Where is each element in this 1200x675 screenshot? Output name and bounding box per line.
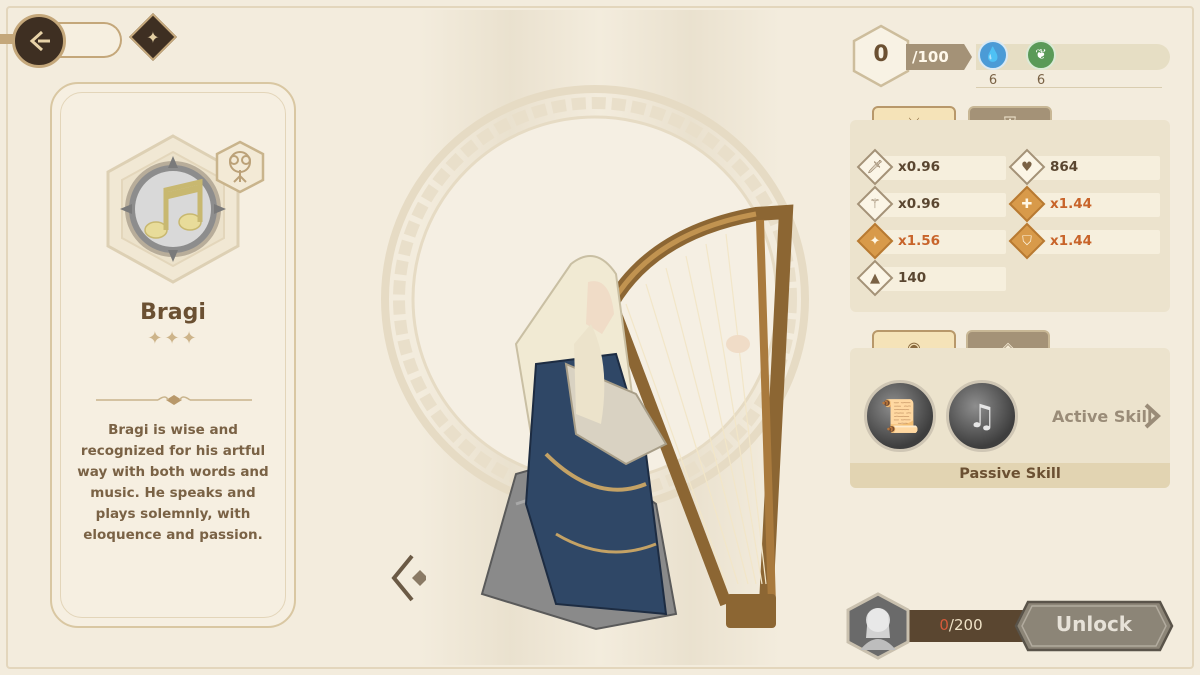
energy-max: /100: [912, 48, 949, 66]
faction-badge: [215, 140, 265, 194]
ornamental-divider: [96, 395, 252, 405]
shard-current: 0: [939, 616, 949, 634]
hero-star-rating: ✦✦✦: [147, 328, 199, 349]
hero-portrait-bragi: [480, 204, 794, 631]
hero-description: Bragi is wise and recognized for his art…: [77, 422, 269, 543]
magic-shield-icon: ⛉: [1022, 233, 1032, 249]
unlock-button-label[interactable]: Unlock: [1014, 612, 1174, 636]
music-note-icon: ♫: [967, 397, 997, 435]
previous-hero-button[interactable]: [390, 552, 426, 604]
stat-row: [1024, 156, 1160, 180]
stat-value-speed: 140: [898, 270, 927, 286]
stat-value-health: 864: [1050, 159, 1079, 175]
speed-boot-icon: ▲: [870, 270, 880, 286]
energy-value: 0: [873, 42, 889, 67]
water-drop-icon: 💧: [978, 40, 1008, 70]
stat-value-magic: x0.96: [898, 196, 941, 212]
stat-value-crit: x1.56: [898, 233, 941, 249]
plus-heal-icon: ✚: [1021, 196, 1033, 212]
back-arrow-icon: [29, 30, 50, 52]
staff-icon: ⚚: [869, 196, 881, 212]
stat-value-resist: x1.44: [1050, 233, 1093, 249]
hero-name: Bragi: [140, 300, 206, 325]
skill-slot-2[interactable]: ♫: [946, 380, 1018, 452]
heart-icon: ♥: [1021, 159, 1033, 175]
stat-row: [874, 267, 1006, 291]
passive-skill-label: Passive Skill: [959, 466, 1061, 482]
skill-slot-1[interactable]: 📜: [864, 380, 936, 452]
leaf-count: 6: [1036, 73, 1046, 88]
sword-icon: 🗡: [866, 159, 884, 175]
scroll-icon: 📜: [880, 397, 920, 435]
back-button[interactable]: [12, 14, 66, 68]
stat-value-attack: x0.96: [898, 159, 941, 175]
magic-sword-icon: ✦: [869, 233, 881, 249]
shard-progress-text: 0/200: [906, 616, 1016, 634]
chevron-right-icon[interactable]: [1140, 402, 1164, 430]
shard-total: /200: [948, 616, 983, 634]
water-count: 6: [988, 73, 998, 88]
stat-value-heal: x1.44: [1050, 196, 1093, 212]
compass-icon: ✦: [146, 27, 160, 47]
hero-shard-portrait: [846, 592, 910, 660]
active-skill-label[interactable]: Active Skill: [1052, 407, 1152, 426]
leaf-icon: ❦: [1026, 40, 1056, 70]
